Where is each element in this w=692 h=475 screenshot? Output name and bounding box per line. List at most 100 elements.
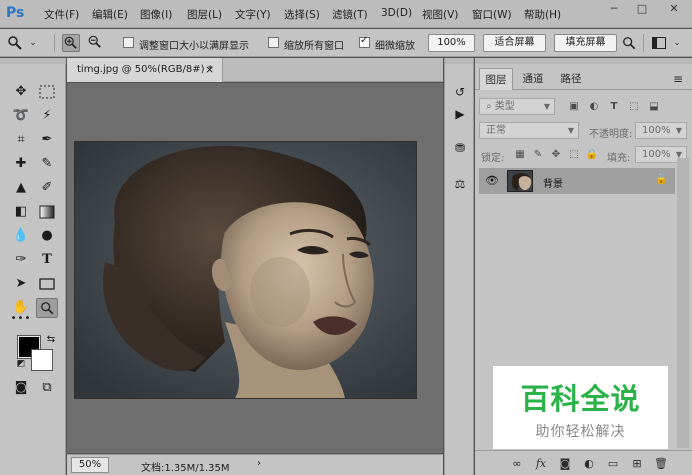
workspace-icon[interactable] — [650, 34, 668, 52]
chevron-down-icon: ▼ — [543, 102, 550, 111]
layer-style-icon[interactable]: fx — [533, 456, 549, 472]
adjustments-panel-icon[interactable]: ⚖ — [450, 174, 470, 194]
lock-position-icon[interactable]: ✥ — [549, 148, 563, 162]
menu-edit[interactable]: 编辑(E) — [92, 7, 128, 22]
close-button[interactable]: ✕ — [662, 2, 686, 16]
properties-panel-icon[interactable]: ⛃ — [450, 138, 470, 158]
maximize-button[interactable]: □ — [630, 2, 654, 16]
menu-image[interactable]: 图像(I) — [140, 7, 172, 22]
brush-tool-icon[interactable]: ✎ — [36, 154, 58, 174]
background-color-swatch[interactable] — [31, 349, 53, 371]
link-layers-icon[interactable]: ∞ — [509, 456, 525, 472]
lock-icon: 🔒 — [655, 174, 668, 185]
minimize-button[interactable]: ─ — [602, 2, 626, 16]
chevron-down-icon: ▼ — [675, 126, 682, 135]
menu-help[interactable]: 帮助(H) — [524, 7, 561, 22]
screen-mode-icon[interactable]: ⧉ — [36, 378, 58, 398]
tab-channels[interactable]: 通道 — [515, 68, 551, 90]
type-tool-icon[interactable]: T — [36, 250, 58, 270]
delete-layer-icon[interactable]: 🗑 — [653, 456, 669, 472]
zoom-tool-icon[interactable] — [36, 298, 58, 318]
rectangle-tool-icon[interactable] — [36, 274, 58, 294]
layer-row[interactable]: 👁 背景 🔒 — [479, 168, 675, 194]
lock-all-icon[interactable]: 🔒 — [585, 148, 599, 162]
menu-select[interactable]: 选择(S) — [284, 7, 320, 22]
tab-layers[interactable]: 图层 — [479, 68, 513, 90]
crop-tool-icon[interactable]: ⌗ — [10, 130, 32, 150]
document-tab-bar: timg.jpg @ 50%(RGB/8#) * × — [67, 58, 443, 82]
eraser-tool-icon[interactable]: ◧ — [10, 202, 32, 222]
actions-panel-icon[interactable]: ▶ — [450, 104, 470, 124]
blur-tool-icon[interactable]: 💧 — [10, 226, 32, 246]
search-icon: ⌕ — [486, 101, 495, 112]
healing-brush-tool-icon[interactable]: ✚ — [10, 154, 32, 174]
chevron-down-icon[interactable]: ⌄ — [668, 34, 686, 52]
watermark-title: 百科全说 — [520, 382, 641, 416]
resize-windows-label: 调整窗口大小以满屏显示 — [139, 41, 249, 52]
document-tab[interactable]: timg.jpg @ 50%(RGB/8#) * × — [67, 58, 223, 82]
menu-type[interactable]: 文字(Y) — [235, 7, 271, 22]
zoom-tool-preset-icon[interactable] — [6, 34, 24, 52]
new-adjustment-icon[interactable]: ◐ — [581, 456, 597, 472]
chevron-right-icon[interactable]: › — [257, 458, 261, 469]
zoom-all-checkbox[interactable] — [268, 37, 279, 48]
opacity-field[interactable]: 100% ▼ — [635, 122, 687, 139]
tab-paths[interactable]: 路径 — [553, 68, 589, 90]
eyedropper-tool-icon[interactable]: ✒ — [36, 130, 58, 150]
swap-colors-icon[interactable]: ⇆ — [40, 330, 62, 350]
history-brush-tool-icon[interactable]: ✐ — [36, 178, 58, 198]
filter-shape-icon[interactable]: ⬚ — [627, 100, 641, 114]
dock-grip[interactable] — [445, 58, 473, 64]
move-tool-icon[interactable]: ✥ — [10, 82, 32, 102]
filter-adjustment-icon[interactable]: ◐ — [587, 100, 601, 114]
chevron-down-icon[interactable]: ⌄ — [24, 34, 42, 52]
blend-mode-select[interactable]: 正常 ▼ — [479, 122, 579, 139]
fill-label: 填充: — [607, 153, 631, 164]
add-mask-icon[interactable]: ◙ — [557, 456, 573, 472]
zoom-level-field[interactable]: 50% — [71, 457, 109, 473]
zoom-out-icon[interactable] — [86, 34, 104, 52]
default-colors-icon[interactable]: ◩ — [10, 354, 32, 374]
path-selection-tool-icon[interactable]: ➤ — [10, 274, 32, 294]
scrubby-zoom-checkbox[interactable] — [359, 35, 370, 48]
fill-screen-button[interactable]: 填充屏幕 — [554, 34, 617, 52]
menu-view[interactable]: 视图(V) — [422, 7, 458, 22]
zoom-in-icon[interactable] — [62, 34, 80, 52]
actual-pixels-button[interactable]: 100% — [428, 34, 475, 52]
menu-file[interactable]: 文件(F) — [44, 7, 79, 22]
new-layer-icon[interactable]: ⊞ — [629, 456, 645, 472]
lock-artboard-icon[interactable]: ⬚ — [567, 148, 581, 162]
toolbox-grip[interactable] — [0, 58, 66, 64]
panel-grip[interactable] — [475, 58, 692, 64]
menu-3d[interactable]: 3D(D) — [381, 7, 412, 19]
search-icon[interactable] — [620, 34, 638, 52]
filter-smart-object-icon[interactable]: ⬓ — [647, 100, 661, 114]
close-icon[interactable]: × — [205, 63, 214, 76]
menu-filter[interactable]: 滤镜(T) — [332, 7, 368, 22]
new-group-icon[interactable]: ▭ — [605, 456, 621, 472]
canvas-area[interactable] — [67, 83, 443, 453]
more-tools-icon[interactable]: ••• — [10, 312, 32, 332]
resize-windows-checkbox[interactable] — [123, 37, 134, 48]
layers-scrollbar[interactable] — [677, 158, 689, 448]
panel-tab-bar: 图层 通道 路径 ≡ — [475, 68, 692, 90]
magic-wand-tool-icon[interactable]: ⚡ — [36, 106, 58, 126]
quick-mask-icon[interactable]: ◙ — [10, 378, 32, 398]
dodge-tool-icon[interactable]: ● — [36, 226, 58, 246]
marquee-tool-icon[interactable] — [36, 82, 58, 102]
filter-pixel-icon[interactable]: ▣ — [567, 100, 581, 114]
history-panel-icon[interactable]: ↺ — [450, 82, 470, 102]
lock-pixels-icon[interactable]: ✎ — [531, 148, 545, 162]
filter-type-icon[interactable]: T — [607, 100, 621, 114]
lasso-tool-icon[interactable]: ➰ — [10, 106, 32, 126]
menu-window[interactable]: 窗口(W) — [472, 7, 512, 22]
lock-transparent-icon[interactable]: ▦ — [513, 148, 527, 162]
clone-stamp-tool-icon[interactable]: ▲ — [10, 178, 32, 198]
gradient-tool-icon[interactable] — [36, 202, 58, 222]
layer-filter-select[interactable]: ⌕ 类型 ▼ — [479, 98, 555, 115]
menu-layer[interactable]: 图层(L) — [187, 7, 222, 22]
fit-screen-button[interactable]: 适合屏幕 — [483, 34, 546, 52]
panel-menu-icon[interactable]: ≡ — [669, 68, 687, 90]
eye-icon[interactable]: 👁 — [485, 174, 499, 187]
pen-tool-icon[interactable]: ✑ — [10, 250, 32, 270]
